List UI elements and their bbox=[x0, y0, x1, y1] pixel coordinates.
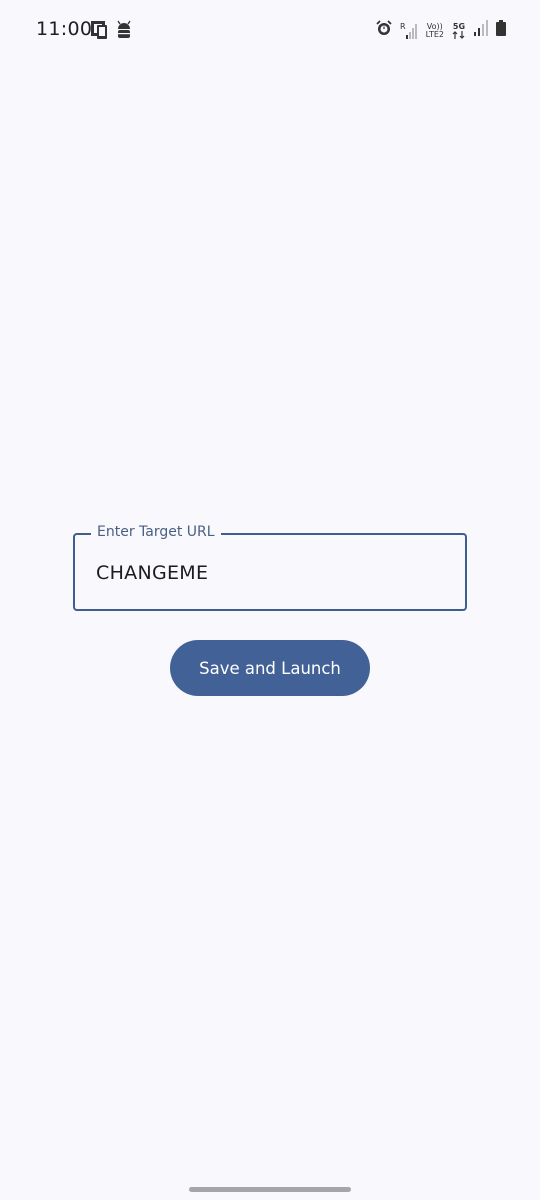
android-debug-icon bbox=[116, 20, 132, 45]
url-input-field[interactable]: Enter Target URL CHANGEME bbox=[73, 524, 467, 611]
app-screen: 11:00 R Vo)) LTE2 5G Enter Target URL CH… bbox=[0, 0, 540, 1200]
screen-cast-icon bbox=[90, 20, 108, 45]
url-field-label: Enter Target URL bbox=[91, 524, 221, 540]
5g-icon: 5G bbox=[452, 22, 466, 39]
status-bar: 11:00 R Vo)) LTE2 5G bbox=[0, 0, 540, 60]
url-input[interactable]: CHANGEME bbox=[96, 562, 208, 584]
status-left-icons bbox=[90, 20, 132, 45]
save-and-launch-button[interactable]: Save and Launch bbox=[170, 640, 370, 696]
battery-icon bbox=[496, 20, 506, 41]
status-time: 11:00 bbox=[36, 18, 93, 40]
signal-icon bbox=[474, 20, 488, 41]
alarm-icon bbox=[376, 20, 392, 41]
roaming-signal-icon: R bbox=[400, 22, 418, 39]
status-right-icons: R Vo)) LTE2 5G bbox=[376, 20, 506, 41]
volte-icon: Vo)) LTE2 bbox=[425, 21, 444, 39]
gesture-navigation-bar[interactable] bbox=[189, 1187, 351, 1192]
